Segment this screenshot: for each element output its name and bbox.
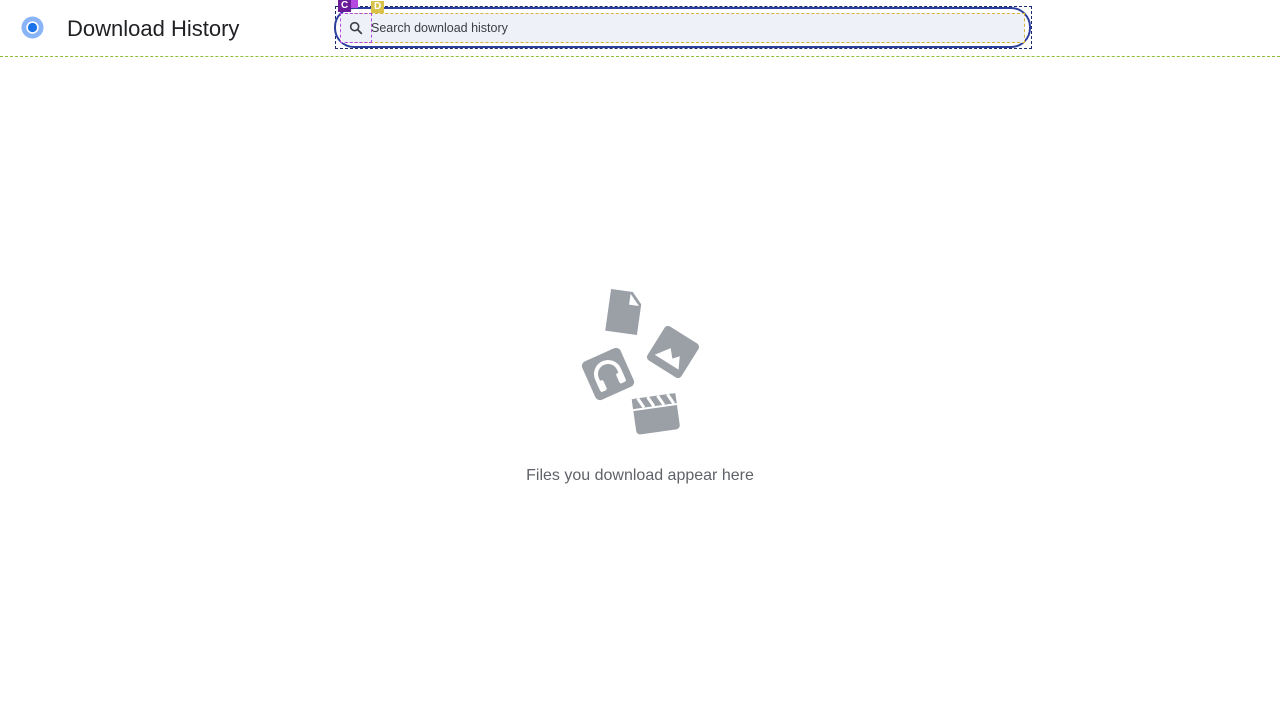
video-icon xyxy=(631,393,680,435)
image-icon xyxy=(646,325,700,379)
overlay-marker-c: C xyxy=(338,0,352,12)
audio-icon xyxy=(581,347,635,401)
search-button[interactable] xyxy=(340,13,372,43)
document-icon xyxy=(605,288,642,336)
overlay-marker-d: D xyxy=(371,1,385,13)
search-icon xyxy=(349,21,363,35)
empty-state-illustration xyxy=(581,288,700,435)
empty-state-message: Files you download appear here xyxy=(526,467,754,484)
page-title: Download History xyxy=(67,16,240,41)
overlay-marker-c-tab xyxy=(351,0,358,8)
chrome-logo-icon[interactable] xyxy=(21,16,44,39)
search-input[interactable] xyxy=(371,17,1011,39)
